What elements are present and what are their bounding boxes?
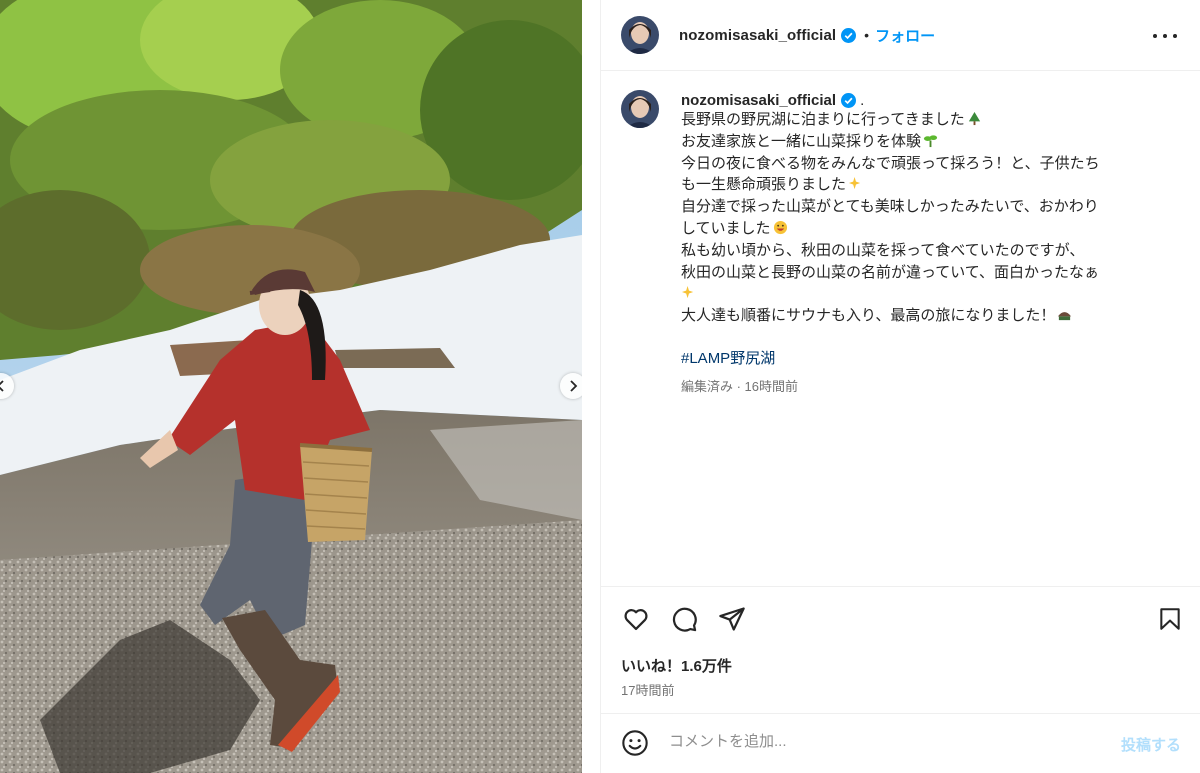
caption-line: 今日の夜に食べる物をみんなで頑張って採ろう！と、子供たち xyxy=(681,154,1100,172)
more-horizontal-icon xyxy=(1153,34,1157,38)
comment-icon xyxy=(672,607,697,632)
caption-line: 大人達も順番にサウナも入り、最高の旅になりました！ xyxy=(681,305,1171,327)
header-username[interactable]: nozomisasaki_official xyxy=(679,27,836,44)
post-photo xyxy=(0,0,582,773)
grinning-face-emoji-icon xyxy=(773,220,787,235)
tree-emoji-icon xyxy=(968,111,980,126)
caption-line: 私も幼い頃から、秋田の山菜を採って食べていたのですが、 xyxy=(681,241,1085,259)
caption-user-line: nozomisasaki_official . xyxy=(681,92,1171,109)
caption-body: nozomisasaki_official . 長野県の野尻湖に泊まりに行ってき… xyxy=(681,92,1171,395)
caption-username[interactable]: nozomisasaki_official xyxy=(681,92,836,109)
more-options-button[interactable] xyxy=(1153,24,1177,48)
like-count[interactable]: いいね！1.6万件 xyxy=(621,655,732,676)
seedling-emoji-icon xyxy=(923,135,938,147)
chevron-left-icon xyxy=(0,380,4,392)
smile-icon[interactable] xyxy=(621,729,649,757)
action-bar xyxy=(621,604,1181,636)
caption-line xyxy=(681,283,1171,305)
like-button[interactable] xyxy=(621,604,651,634)
separator-dot: • xyxy=(864,27,870,43)
avatar[interactable] xyxy=(621,16,659,54)
post-header: nozomisasaki_official • フォロー xyxy=(601,0,1200,71)
sparkles-emoji-icon xyxy=(848,177,861,190)
caption-suffix: . xyxy=(860,92,865,109)
chevron-right-icon xyxy=(570,380,578,392)
caption-line: 自分達で採った山菜がとても美味しかったみたいで、おかわり xyxy=(681,198,1099,216)
sparkles-emoji-icon xyxy=(681,286,694,299)
carousel-next-button[interactable] xyxy=(560,373,582,399)
bookmark-icon xyxy=(1160,608,1180,630)
post-image xyxy=(0,0,582,773)
divider xyxy=(601,586,1200,587)
verified-badge-icon xyxy=(841,27,857,43)
caption-line: していました xyxy=(681,218,1171,240)
post-detail-panel: nozomisasaki_official • フォロー nozomisasak… xyxy=(600,0,1200,773)
share-button[interactable] xyxy=(717,604,747,634)
follow-button[interactable]: フォロー xyxy=(875,25,935,46)
caption-line: 長野県の野尻湖に泊まりに行ってきました xyxy=(681,109,1171,131)
save-button[interactable] xyxy=(1155,604,1185,634)
heart-icon xyxy=(624,609,648,631)
share-icon xyxy=(719,607,745,631)
comment-button[interactable] xyxy=(669,604,699,634)
caption-line: お友達家族と一緒に山菜採りを体験 xyxy=(681,131,1171,153)
caption-line: も一生懸命頑張りました xyxy=(681,174,1171,196)
caption-meta: 編集済み · 16時間前 xyxy=(681,378,799,394)
comment-bar: 投稿する xyxy=(601,714,1200,773)
hut-emoji-icon xyxy=(1058,312,1072,321)
comment-input[interactable] xyxy=(669,733,1089,750)
caption-avatar[interactable] xyxy=(621,90,659,128)
post-comment-button[interactable]: 投稿する xyxy=(1121,734,1181,755)
verified-badge-icon xyxy=(841,93,857,108)
hashtag-link[interactable]: #LAMP野尻湖 xyxy=(681,347,1171,368)
post-timestamp[interactable]: 17時間前 xyxy=(621,680,674,699)
caption-line: 秋田の山菜と長野の山菜の名前が違っていて、面白かったなぁ xyxy=(681,263,1100,281)
